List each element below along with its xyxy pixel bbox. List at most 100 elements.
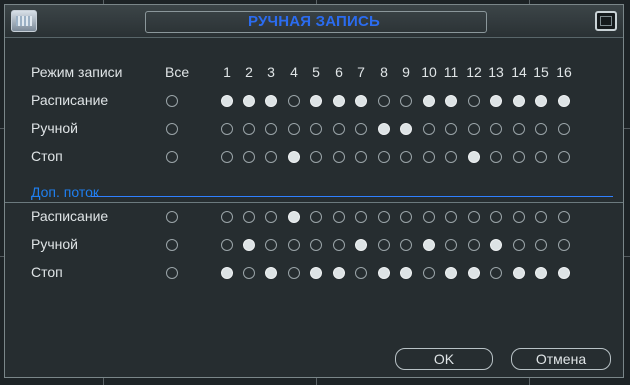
channel-radio[interactable] [423,151,435,163]
all-channels-radio[interactable] [166,239,178,251]
channel-radio[interactable] [400,267,412,279]
channel-radio[interactable] [535,239,547,251]
channel-radio[interactable] [310,151,322,163]
channel-radio[interactable] [490,95,502,107]
channel-radio[interactable] [221,123,233,135]
channel-radio[interactable] [378,95,390,107]
channel-radio[interactable] [558,211,570,223]
channel-radio[interactable] [535,211,547,223]
channel-radio[interactable] [445,123,457,135]
channel-radio[interactable] [490,239,502,251]
channel-radio[interactable] [445,95,457,107]
channel-radio[interactable] [423,239,435,251]
channel-radio[interactable] [535,267,547,279]
channel-radio[interactable] [423,95,435,107]
channel-radio[interactable] [445,239,457,251]
channel-radio[interactable] [333,239,345,251]
channel-radio[interactable] [400,95,412,107]
channel-radio[interactable] [355,267,367,279]
ok-button[interactable]: OK [395,348,493,370]
channel-radio[interactable] [221,95,233,107]
channel-radio[interactable] [513,151,525,163]
channel-radio[interactable] [265,211,277,223]
channel-radio[interactable] [535,95,547,107]
channel-radio[interactable] [288,267,300,279]
channel-radio[interactable] [310,239,322,251]
channel-radio[interactable] [333,211,345,223]
channel-radio[interactable] [513,239,525,251]
channel-radio[interactable] [490,151,502,163]
channel-radio[interactable] [221,239,233,251]
channel-radio[interactable] [288,123,300,135]
channel-radio[interactable] [243,95,255,107]
channel-radio[interactable] [355,123,367,135]
channel-radio[interactable] [243,211,255,223]
all-channels-radio[interactable] [166,95,178,107]
channel-radio[interactable] [423,267,435,279]
channel-radio[interactable] [221,151,233,163]
channel-radio[interactable] [400,151,412,163]
channel-radio[interactable] [355,151,367,163]
channel-radio[interactable] [288,151,300,163]
channel-radio[interactable] [243,239,255,251]
channel-radio[interactable] [513,95,525,107]
channel-radio[interactable] [221,267,233,279]
channel-radio[interactable] [400,123,412,135]
all-channels-radio[interactable] [166,123,178,135]
channel-radio[interactable] [558,239,570,251]
channel-radio[interactable] [243,267,255,279]
all-channels-radio[interactable] [166,211,178,223]
channel-radio[interactable] [333,123,345,135]
channel-radio[interactable] [265,239,277,251]
channel-radio[interactable] [333,267,345,279]
channel-radio[interactable] [221,211,233,223]
channel-radio[interactable] [468,123,480,135]
channel-radio[interactable] [378,123,390,135]
channel-radio[interactable] [445,151,457,163]
channel-radio[interactable] [558,267,570,279]
channel-radio[interactable] [333,151,345,163]
channel-radio[interactable] [468,211,480,223]
channel-radio[interactable] [243,151,255,163]
channel-radio[interactable] [288,211,300,223]
channel-radio[interactable] [558,123,570,135]
channel-radio[interactable] [468,151,480,163]
channel-radio[interactable] [310,123,322,135]
channel-radio[interactable] [513,211,525,223]
channel-radio[interactable] [265,123,277,135]
channel-radio[interactable] [535,151,547,163]
channel-radio[interactable] [265,267,277,279]
all-channels-radio[interactable] [166,267,178,279]
channel-radio[interactable] [288,95,300,107]
channel-radio[interactable] [490,267,502,279]
channel-radio[interactable] [468,267,480,279]
channel-radio[interactable] [355,211,367,223]
channel-radio[interactable] [513,123,525,135]
channel-radio[interactable] [400,211,412,223]
channel-radio[interactable] [535,123,547,135]
channel-radio[interactable] [468,239,480,251]
channel-radio[interactable] [445,211,457,223]
channel-radio[interactable] [513,267,525,279]
channel-radio[interactable] [310,211,322,223]
channel-radio[interactable] [490,211,502,223]
channel-radio[interactable] [423,211,435,223]
channel-radio[interactable] [378,267,390,279]
close-icon[interactable] [595,11,617,31]
channel-radio[interactable] [243,123,255,135]
channel-radio[interactable] [423,123,435,135]
channel-radio[interactable] [310,95,322,107]
channel-radio[interactable] [378,211,390,223]
channel-radio[interactable] [490,123,502,135]
channel-radio[interactable] [355,95,367,107]
channel-radio[interactable] [558,95,570,107]
channel-radio[interactable] [468,95,480,107]
cancel-button[interactable]: Отмена [511,348,611,370]
channel-radio[interactable] [288,239,300,251]
channel-radio[interactable] [355,239,367,251]
channel-radio[interactable] [400,239,412,251]
channel-radio[interactable] [333,95,345,107]
channel-radio[interactable] [378,151,390,163]
channel-radio[interactable] [558,151,570,163]
channel-radio[interactable] [445,267,457,279]
